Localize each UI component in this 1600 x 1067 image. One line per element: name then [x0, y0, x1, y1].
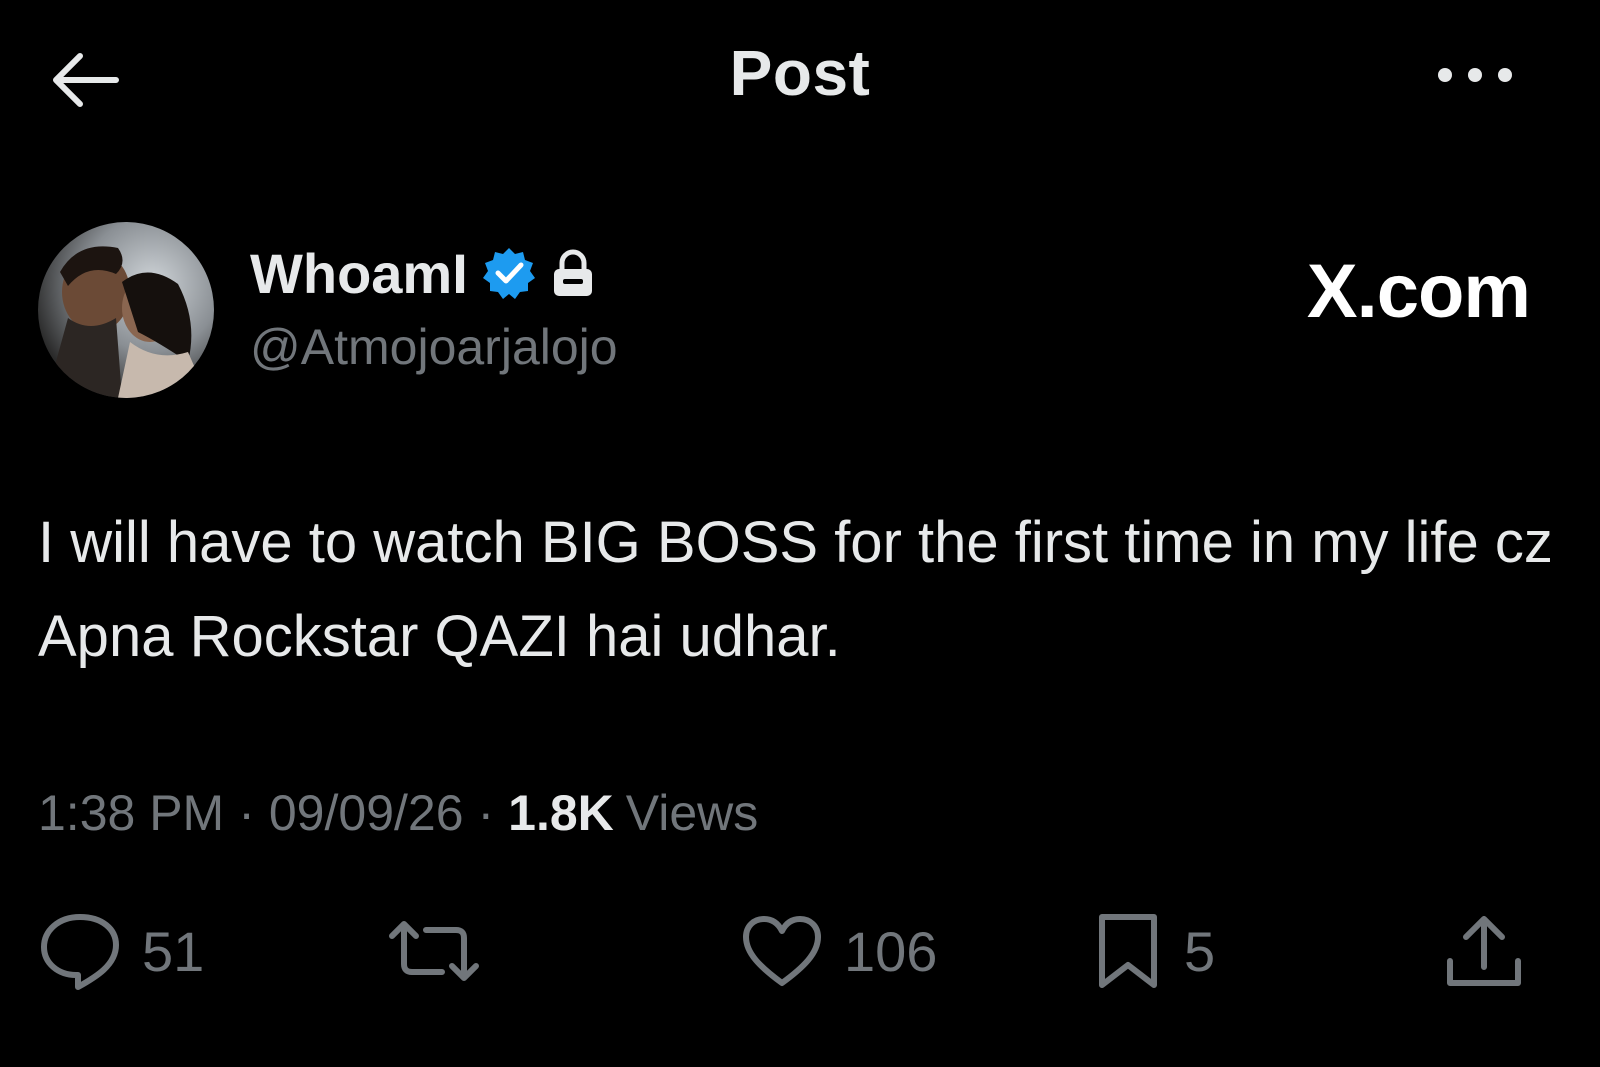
post-time[interactable]: 1:38 PM: [38, 784, 224, 842]
reply-icon: [41, 914, 119, 990]
post-date[interactable]: 09/09/26: [269, 784, 464, 842]
author-handle[interactable]: @Atmojoarjalojo: [250, 318, 618, 376]
page-title: Post: [729, 37, 871, 109]
bookmark-icon: [1099, 914, 1157, 988]
like-button[interactable]: 106: [740, 910, 937, 992]
verified-badge-icon: [482, 248, 535, 299]
repost-icon: [389, 921, 479, 981]
views-count: 1.8K: [508, 785, 614, 841]
post-text: I will have to watch BIG BOSS for the fi…: [38, 510, 1553, 669]
meta-separator: ·: [238, 785, 255, 841]
avatar[interactable]: [38, 222, 214, 398]
share-icon: [1447, 916, 1521, 986]
bookmark-count: 5: [1184, 919, 1216, 983]
more-options-button[interactable]: [1430, 50, 1520, 100]
bookmark-button[interactable]: 5: [1092, 910, 1215, 992]
post-meta: 1:38 PM · 09/09/26 · 1.8K Views: [38, 784, 758, 842]
more-horizontal-icon: [1438, 68, 1512, 82]
x-com-watermark: X.com: [1306, 249, 1531, 334]
meta-separator: ·: [477, 785, 495, 841]
heart-icon: [743, 916, 821, 986]
display-name[interactable]: WhoamI: [250, 241, 468, 306]
lock-icon: [553, 249, 592, 296]
reply-count: 51: [142, 919, 205, 983]
like-count: 106: [844, 919, 938, 983]
share-button[interactable]: [1442, 910, 1526, 992]
reply-button[interactable]: 51: [38, 910, 204, 992]
views-label: Views: [625, 785, 759, 841]
author-name-row: WhoamI: [250, 238, 596, 308]
repost-button[interactable]: [388, 910, 500, 992]
